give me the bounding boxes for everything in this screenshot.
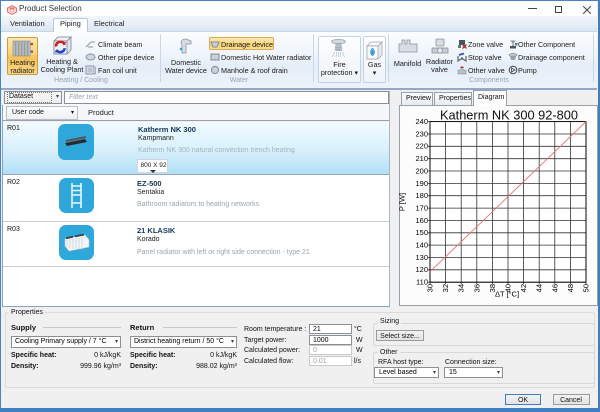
svg-text:230: 230	[415, 129, 428, 138]
svg-text:220: 220	[415, 142, 428, 151]
svg-text:44: 44	[535, 284, 544, 292]
svg-text:ΔT [°C]: ΔT [°C]	[495, 290, 519, 299]
svg-text:120: 120	[415, 265, 428, 274]
svg-text:36: 36	[472, 284, 481, 292]
svg-text:42: 42	[519, 284, 528, 292]
svg-text:Katherm NK 300 92-800: Katherm NK 300 92-800	[440, 108, 578, 123]
svg-text:160: 160	[415, 216, 428, 225]
svg-text:46: 46	[550, 284, 559, 292]
svg-text:190: 190	[415, 179, 428, 188]
svg-text:34: 34	[457, 284, 466, 292]
svg-text:30: 30	[426, 284, 435, 292]
svg-text:P [W]: P [W]	[399, 193, 407, 211]
svg-text:200: 200	[415, 166, 428, 175]
svg-text:140: 140	[415, 241, 428, 250]
svg-text:130: 130	[415, 253, 428, 262]
svg-text:32: 32	[441, 284, 450, 292]
svg-text:170: 170	[415, 204, 428, 213]
svg-text:150: 150	[415, 228, 428, 237]
svg-text:240: 240	[415, 117, 428, 126]
svg-text:50: 50	[582, 284, 591, 292]
svg-text:210: 210	[415, 154, 428, 163]
svg-text:180: 180	[415, 191, 428, 200]
svg-text:48: 48	[566, 284, 575, 292]
